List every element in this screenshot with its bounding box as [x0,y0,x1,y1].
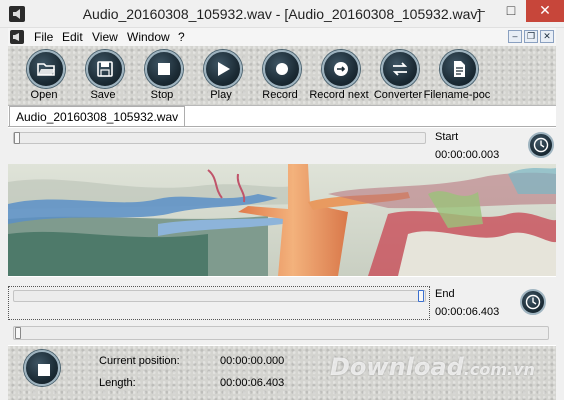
start-slider[interactable] [13,132,426,144]
record-next-icon [334,62,348,76]
folder-icon [37,63,55,76]
stop-button[interactable]: Stop [134,48,190,106]
clock-icon [525,294,541,310]
tab-divider [8,126,556,127]
watermark-main: Download [330,353,464,381]
current-position-label: Current position: [99,355,180,367]
close-button[interactable]: ✕ [526,0,564,22]
start-time: 00:00:00.003 [435,149,500,161]
start-clock-button[interactable] [528,132,554,158]
clock-icon [533,137,549,153]
start-slider-thumb[interactable] [14,132,20,144]
watermark-suffix: .com.vn [463,360,535,379]
end-clock-button[interactable] [520,289,546,315]
menu-help[interactable]: ? [178,28,185,46]
end-slider-thumb[interactable] [418,290,424,302]
play-icon [218,62,230,76]
mdi-minimize-button[interactable]: – [508,30,522,43]
menu-bar [8,28,556,46]
save-button[interactable]: Save [75,48,131,106]
start-label: Start [435,131,459,143]
stop-icon [158,63,170,75]
current-position-value: 00:00:00.000 [220,355,285,367]
converter-icon [392,62,408,76]
end-time: 00:00:06.403 [435,306,500,318]
converter-button[interactable]: Converter [370,48,426,106]
minimize-button[interactable]: – [466,0,496,22]
menu-edit[interactable]: Edit [62,28,83,46]
filename-poc-button[interactable]: Filename-poc [424,48,490,106]
mdi-close-button[interactable]: ✕ [540,30,554,43]
watermark: Download.com.vn [330,353,560,383]
position-slider-thumb[interactable] [15,327,21,339]
artwork-canvas [8,164,556,276]
record-icon [276,63,288,75]
open-button[interactable]: Open [16,48,72,106]
document-speaker-icon[interactable] [10,30,24,44]
menu-view[interactable]: View [92,28,118,46]
tab-audio-file[interactable]: Audio_20160308_105932.wav [9,106,186,126]
menu-file[interactable]: File [34,28,53,46]
position-slider[interactable] [13,326,549,340]
length-value: 00:00:06.403 [220,377,285,389]
filename-poc-label: Filename-poc [423,89,491,101]
end-slider[interactable] [13,290,426,302]
maximize-button[interactable]: □ [496,0,526,22]
stop-icon [38,364,50,376]
mdi-restore-button[interactable]: ❐ [524,30,538,43]
play-button[interactable]: Play [193,48,249,106]
menu-window[interactable]: Window [127,28,170,46]
record-button[interactable]: Record [252,48,308,106]
status-stop-button[interactable] [24,350,60,386]
document-icon [454,61,465,77]
record-next-button[interactable]: Record next [309,48,369,106]
end-label: End [435,288,455,300]
floppy-icon [97,61,113,77]
length-label: Length: [99,377,136,389]
